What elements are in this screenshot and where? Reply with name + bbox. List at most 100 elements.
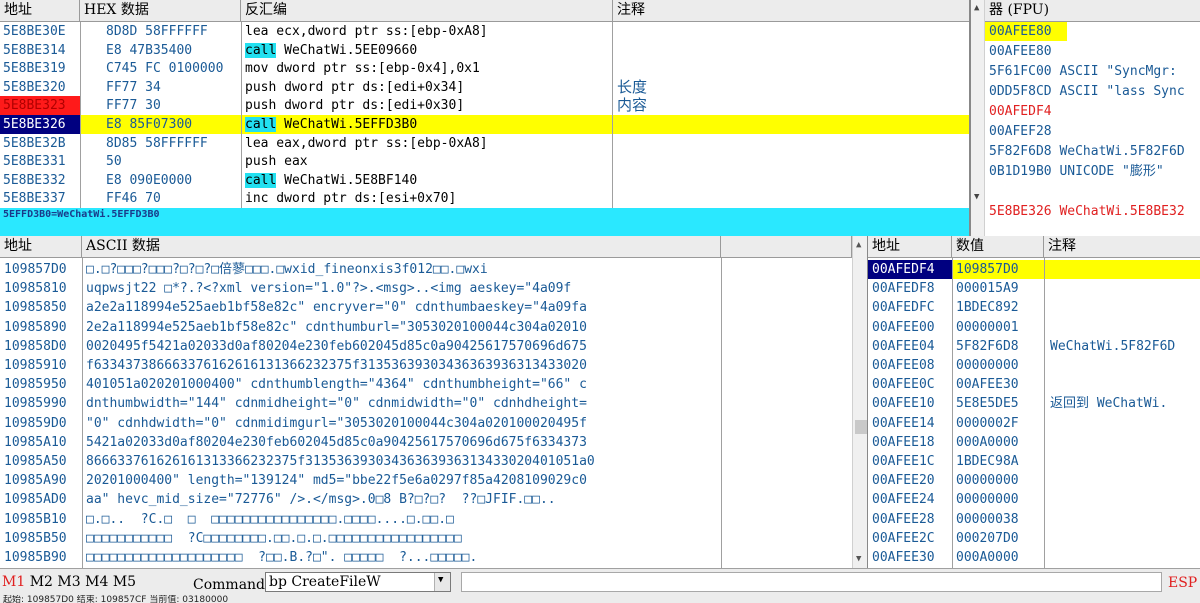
dump-address[interactable]: 109858D0 <box>0 337 82 356</box>
stack-address[interactable]: 00AFEDF8 <box>868 279 952 298</box>
disasm-row[interactable]: 5E8BE331 50 push eax <box>0 152 969 171</box>
disasm-header-address[interactable]: 地址 <box>0 0 80 22</box>
dump-address[interactable]: 10985810 <box>0 279 82 298</box>
stack-address[interactable]: 00AFEE08 <box>868 356 952 375</box>
stack-row[interactable]: 00AFEE1C 1BDEC98A <box>868 452 1200 471</box>
dump-ascii[interactable]: 866633761626161313366232375f313536393034… <box>82 452 721 471</box>
dump-ascii[interactable]: f633437386663376162616131366232375f31353… <box>82 356 721 375</box>
dump-ascii[interactable]: uqpwsjt22 □*?.?<?xml version="1.0"?>.<ms… <box>82 279 721 298</box>
disasm-address[interactable]: 5E8BE332 <box>0 171 80 190</box>
stack-address[interactable]: 00AFEE10 <box>868 394 952 413</box>
stack-row[interactable]: 00AFEDFC 1BDEC892 <box>868 298 1200 317</box>
dump-scrollbar[interactable]: ▲ ▼ <box>852 236 867 568</box>
disasm-address[interactable]: 5E8BE314 <box>0 41 80 60</box>
dump-ascii[interactable]: aa" hevc_mid_size="72776" />.</msg>.0□8 … <box>82 490 721 509</box>
dump-ascii[interactable]: 20201000400" length="139124" md5="bbe22f… <box>82 471 721 490</box>
stack-row[interactable]: 00AFEE30 000A0000 <box>868 548 1200 567</box>
dump-row[interactable]: 109859D0 "0" cdnhdwidth="0" cdnmidimgurl=… <box>0 414 852 433</box>
stack-row[interactable]: 00AFEE24 00000000 <box>868 490 1200 509</box>
register-row[interactable]: 0B1D19B0 UNICODE "膨形" <box>985 162 1164 181</box>
stack-address[interactable]: 00AFEE0C <box>868 375 952 394</box>
dump-scroll-thumb[interactable] <box>855 420 867 434</box>
register-row[interactable]: 00AFEF28 <box>985 122 1052 141</box>
stack-address[interactable]: 00AFEE20 <box>868 471 952 490</box>
disasm-address[interactable]: 5E8BE30E <box>0 22 80 41</box>
scroll-up-icon[interactable]: ▲ <box>856 240 861 250</box>
dump-header-address[interactable]: 地址 <box>0 236 82 258</box>
stack-address[interactable]: 00AFEE30 <box>868 548 952 567</box>
register-row[interactable]: 00AFEDF4 <box>985 102 1052 121</box>
stack-row[interactable]: 00AFEDF4 109857D0 <box>868 260 1200 279</box>
disasm-address[interactable]: 5E8BE320 <box>0 78 80 97</box>
mark-button-m5[interactable]: M5 <box>113 574 136 590</box>
disasm-header-hex[interactable]: HEX 数据 <box>80 0 241 22</box>
dump-row[interactable]: 109858D0 0020495f5421a02033d0af80204e230f… <box>0 337 852 356</box>
register-row[interactable]: 0DD5F8CD ASCII "lass Sync <box>985 82 1185 101</box>
disasm-address[interactable]: 5E8BE323 <box>0 96 80 116</box>
mark-button-m3[interactable]: M3 <box>57 574 80 590</box>
register-row[interactable] <box>985 182 989 201</box>
dump-row[interactable]: 10985A50 866633761626161313366232375f3135… <box>0 452 852 471</box>
disasm-row[interactable]: 5E8BE320 FF77 34 push dword ptr ds:[edi+0x… <box>0 78 969 97</box>
disasm-row[interactable]: 5E8BE32B 8D85 58FFFFFF lea eax,dword ptr s… <box>0 134 969 153</box>
dump-row[interactable]: 10985950 401051a020201000400" cdnthumblen… <box>0 375 852 394</box>
registers-scrollbar[interactable]: ▲ ▼ <box>971 0 985 236</box>
stack-row[interactable]: 00AFEE00 00000001 <box>868 318 1200 337</box>
dump-row[interactable]: 10985990 dnthumbwidth="144" cdnmidheight=… <box>0 394 852 413</box>
dump-address[interactable]: 10985890 <box>0 318 82 337</box>
stack-row[interactable]: 00AFEE14 0000002F <box>868 414 1200 433</box>
dump-row[interactable]: 109857D0 □.□?□□□?□□□?□?□?□倍蓼□□□.□wxid_fin… <box>0 260 852 279</box>
dump-address[interactable]: 109859D0 <box>0 414 82 433</box>
disasm-header-disasm[interactable]: 反汇编 <box>241 0 613 22</box>
stack-row[interactable]: 00AFEE04 5F82F6D8 WeChatWi.5F82F6D <box>868 337 1200 356</box>
dump-ascii[interactable]: 5421a02033d0af80204e230feb602045d85c0a90… <box>82 433 721 452</box>
stack-row[interactable]: 00AFEDF8 000015A9 <box>868 279 1200 298</box>
dump-ascii[interactable]: 401051a020201000400" cdnthumblength="436… <box>82 375 721 394</box>
stack-header-address[interactable]: 地址 <box>868 236 952 258</box>
stack-address[interactable]: 00AFEE1C <box>868 452 952 471</box>
dump-ascii[interactable]: dnthumbwidth="144" cdnmidheight="0" cdnm… <box>82 394 721 413</box>
dump-address[interactable]: 10985B10 <box>0 510 82 529</box>
stack-header-value[interactable]: 数值 <box>952 236 1044 258</box>
stack-address[interactable]: 00AFEE2C <box>868 529 952 548</box>
stack-address[interactable]: 00AFEDFC <box>868 298 952 317</box>
disasm-row[interactable]: 5E8BE319 C745 FC 0100000 mov dword ptr ss:… <box>0 59 969 78</box>
stack-row[interactable]: 00AFEE2C 000207D0 <box>868 529 1200 548</box>
stack-address[interactable]: 00AFEDF4 <box>868 260 952 279</box>
disasm-address[interactable]: 5E8BE32B <box>0 134 80 153</box>
command-combobox[interactable]: bp CreateFileW ▼ <box>265 572 451 592</box>
register-row[interactable]: 5E8BE326 WeChatWi.5E8BE32 <box>985 202 1185 221</box>
dump-address[interactable]: 109857D0 <box>0 260 82 279</box>
command-dropdown-button[interactable]: ▼ <box>434 573 450 591</box>
stack-address[interactable]: 00AFEE28 <box>868 510 952 529</box>
stack-address[interactable]: 00AFEE04 <box>868 337 952 356</box>
dump-address[interactable]: 10985B90 <box>0 548 82 567</box>
dump-ascii[interactable]: a2e2a118994e525aeb1bf58e82c" encryver="0… <box>82 298 721 317</box>
disasm-row[interactable]: 5E8BE326 E8 85F07300 call WeChatWi.5EFFD3B… <box>0 115 969 134</box>
stack-row[interactable]: 00AFEE10 5E8E5DE5 返回到 WeChatWi. <box>868 394 1200 413</box>
dump-ascii[interactable]: 0020495f5421a02033d0af80204e230feb602045… <box>82 337 721 356</box>
stack-address[interactable]: 00AFEE18 <box>868 433 952 452</box>
disasm-address[interactable]: 5E8BE331 <box>0 152 80 171</box>
dump-row[interactable]: 10985B90 □□□□□□□□□□□□□□□□□□□□ ?□□.B.?□". … <box>0 548 852 567</box>
disasm-row[interactable]: 5E8BE323 FF77 30 push dword ptr ds:[edi+0x… <box>0 96 969 116</box>
dump-address[interactable]: 10985910 <box>0 356 82 375</box>
stack-header-comment[interactable]: 注释 <box>1044 236 1200 258</box>
register-row[interactable]: 00AFEE80 <box>985 22 1067 41</box>
register-row[interactable]: 5F82F6D8 WeChatWi.5F82F6D <box>985 142 1185 161</box>
dump-header-ascii[interactable]: ASCII 数据 <box>82 236 721 258</box>
dump-row[interactable]: 10985890 2e2a118994e525aeb1bf58e82c" cdnt… <box>0 318 852 337</box>
dump-address[interactable]: 10985A90 <box>0 471 82 490</box>
mark-button-m2[interactable]: M2 <box>30 574 53 590</box>
dump-row[interactable]: 10985810 uqpwsjt22 □*?.?<?xml version="1.… <box>0 279 852 298</box>
mark-button-m1[interactable]: M1 <box>2 574 25 590</box>
stack-row[interactable]: 00AFEE0C 00AFEE30 <box>868 375 1200 394</box>
mark-button-m4[interactable]: M4 <box>85 574 108 590</box>
disasm-row[interactable]: 5E8BE332 E8 090E0000 call WeChatWi.5E8BF14… <box>0 171 969 190</box>
dump-address[interactable]: 10985A10 <box>0 433 82 452</box>
dump-address[interactable]: 10985990 <box>0 394 82 413</box>
stack-address[interactable]: 00AFEE00 <box>868 318 952 337</box>
stack-row[interactable]: 00AFEE08 00000000 <box>868 356 1200 375</box>
scroll-down-icon[interactable]: ▼ <box>856 554 861 564</box>
dump-row[interactable]: 10985B50 □□□□□□□□□□□ ?C□□□□□□□□.□□.□.□.□□… <box>0 529 852 548</box>
